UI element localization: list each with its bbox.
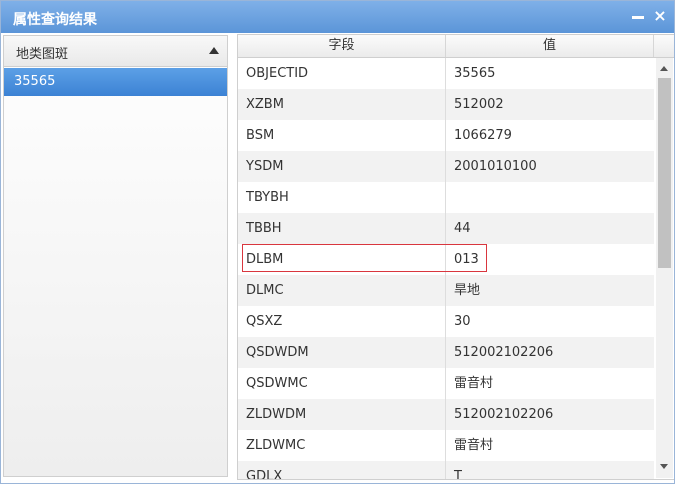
value-cell: 35565 [454,66,496,81]
field-cell: OBJECTID [238,58,446,89]
table-row[interactable]: GDLX T [238,461,654,480]
close-icon: × [653,6,667,25]
value-cell: 512002102206 [454,345,554,360]
attribute-grid: 字段 值 OBJECTID 35565 XZBM 512002 BSM 1066279 YS… [237,34,674,480]
table-row[interactable]: DLMC 旱地 [238,275,654,306]
value-cell [446,182,654,213]
table-row[interactable]: ZLDWDM 512002102206 [238,399,654,430]
field-cell: GDLX [238,461,446,479]
collapse-triangle-icon[interactable] [209,47,219,54]
table-row[interactable]: QSDWDM 512002102206 [238,337,654,368]
layer-group-label: 地类图斑 [16,47,69,62]
value-cell: 旱地 [454,283,481,298]
field-cell: ZLDWMC [238,430,446,461]
vertical-scrollbar[interactable] [656,58,673,478]
table-row[interactable]: OBJECTID 35565 [238,58,654,89]
layer-group-header[interactable]: 地类图斑 [4,36,227,67]
table-row[interactable]: YSDM 2001010100 [238,151,654,182]
column-header-field[interactable]: 字段 [238,35,446,57]
feature-list-item[interactable]: 35565 [4,68,227,96]
layer-list-panel: 地类图斑 35565 [3,35,228,477]
column-header-spacer [654,35,674,57]
scrollbar-thumb[interactable] [658,78,671,268]
feature-list-item-label: 35565 [14,74,56,89]
field-cell: ZLDWDM [238,399,446,430]
field-cell: DLMC [238,275,446,306]
table-row[interactable]: BSM 1066279 [238,120,654,151]
field-cell: YSDM [238,151,446,182]
field-cell: TBYBH [238,182,446,213]
title-bar[interactable]: 属性查询结果 × [1,1,674,33]
scroll-down-icon[interactable] [660,464,668,469]
scroll-up-icon[interactable] [660,66,668,71]
value-cell: 1066279 [454,128,512,143]
value-cell: 雷音村 [454,438,494,453]
value-cell: T [454,469,462,480]
table-row[interactable]: QSDWMC 雷音村 [238,368,654,399]
field-cell: QSXZ [238,306,446,337]
table-row[interactable]: ZLDWMC 雷音村 [238,430,654,461]
table-row[interactable]: QSXZ 30 [238,306,654,337]
highlight-box [242,244,487,272]
field-cell: XZBM [238,89,446,120]
window-title: 属性查询结果 [13,12,97,28]
table-row[interactable]: TBBH 44 [238,213,654,244]
value-cell: 雷音村 [454,376,494,391]
value-cell: 512002 [454,97,504,112]
grid-header: 字段 值 [238,35,674,58]
value-cell: 30 [454,314,471,329]
field-cell: TBBH [238,213,446,244]
field-cell: QSDWMC [238,368,446,399]
field-cell: BSM [238,120,446,151]
value-cell: 2001010100 [454,159,537,174]
column-header-value[interactable]: 值 [446,35,654,57]
value-cell: 44 [454,221,471,236]
table-row[interactable]: XZBM 512002 [238,89,654,120]
minimize-icon [632,16,644,19]
close-button[interactable]: × [651,7,669,25]
value-cell: 512002102206 [454,407,554,422]
minimize-button[interactable] [629,7,647,25]
table-row[interactable]: TBYBH [238,182,654,213]
field-cell: QSDWDM [238,337,446,368]
attribute-query-window: 属性查询结果 × 地类图斑 35565 字段 值 OBJECTID 35565 XZ… [0,0,675,484]
